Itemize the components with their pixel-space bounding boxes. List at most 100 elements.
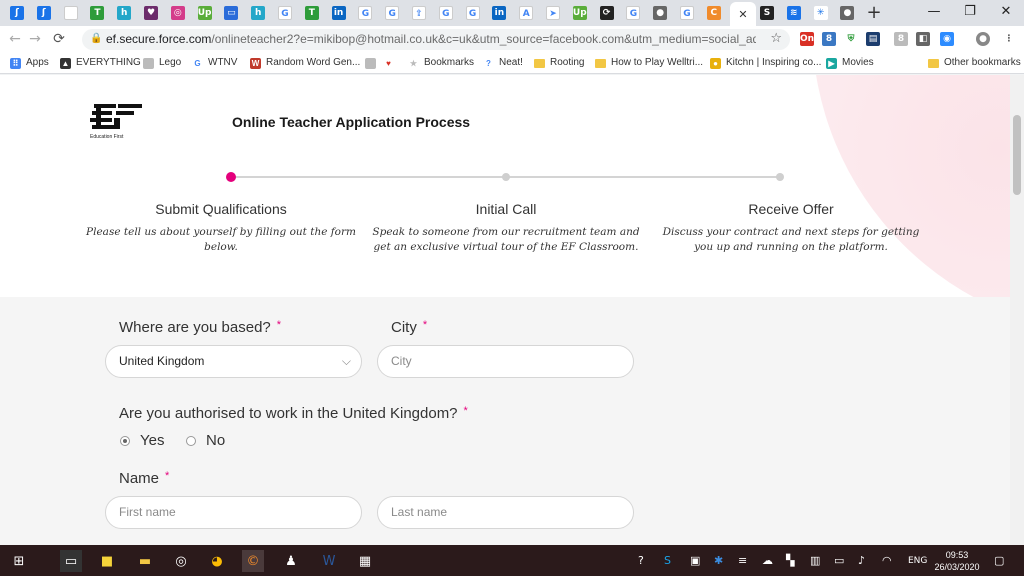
browser-tab[interactable]: S: [756, 3, 778, 23]
extension-puzzle-icon[interactable]: ◧: [916, 32, 930, 46]
menu-dots-icon[interactable]: ⋮: [1002, 32, 1016, 46]
browser-tab[interactable]: in: [488, 3, 510, 23]
volume-icon[interactable]: ♪: [858, 554, 865, 567]
browser-tab[interactable]: h: [247, 3, 269, 23]
bookmark-star-icon[interactable]: ☆: [770, 31, 782, 46]
obs-icon[interactable]: ◎: [170, 550, 192, 572]
browser-tab[interactable]: G: [354, 3, 376, 23]
extension-8-icon[interactable]: 8: [822, 32, 836, 46]
url-text[interactable]: ef.secure.force.com/onlineteacher2?e=mik…: [106, 32, 756, 46]
bookmark-item[interactable]: How to Play Welltri...: [595, 55, 703, 71]
bookmark-item[interactable]: ★ Bookmarks: [408, 55, 474, 71]
bookmark-item[interactable]: ⠿ Apps: [10, 55, 49, 71]
windows-start-icon[interactable]: ⊞: [8, 550, 30, 572]
back-arrow-icon[interactable]: ←: [6, 30, 24, 48]
bookmark-item[interactable]: G WTNV: [192, 55, 237, 71]
browser-tab[interactable]: ▭: [220, 3, 242, 23]
forward-arrow-icon[interactable]: →: [26, 30, 44, 48]
browser-tab[interactable]: G: [676, 3, 698, 23]
word-icon[interactable]: W: [318, 550, 340, 572]
browser-tab[interactable]: Up: [194, 3, 216, 23]
sticky-notes-icon[interactable]: ■: [96, 550, 118, 572]
terminal-icon[interactable]: ▭: [60, 550, 82, 572]
browser-tab[interactable]: G: [435, 3, 457, 23]
radio-no[interactable]: No: [186, 432, 225, 449]
dropbox-icon[interactable]: ✱: [714, 554, 723, 567]
last-name-input[interactable]: Last name: [377, 496, 634, 529]
city-input[interactable]: City: [377, 345, 634, 378]
browser-tab[interactable]: T: [86, 3, 108, 23]
bookmark-item[interactable]: Rooting: [534, 55, 584, 71]
extension-shield-icon[interactable]: ⛨: [844, 32, 858, 46]
file-explorer-icon[interactable]: ▬: [134, 550, 156, 572]
chrome-icon[interactable]: ◕: [206, 550, 228, 572]
radio-selected-icon[interactable]: [120, 435, 130, 446]
browser-tab[interactable]: ●: [836, 3, 858, 23]
browser-tab[interactable]: ʃ: [6, 3, 28, 23]
browser-tab[interactable]: ●: [649, 3, 671, 23]
browser-tab[interactable]: ʃ: [33, 3, 55, 23]
first-name-input[interactable]: First name: [105, 496, 362, 529]
help-icon[interactable]: ?: [638, 554, 644, 567]
notifications-icon[interactable]: ▢: [994, 554, 1004, 567]
browser-tab[interactable]: G: [622, 3, 644, 23]
battery-icon[interactable]: ▭: [834, 554, 844, 567]
browser-tab[interactable]: ⇪: [408, 3, 430, 23]
bookmark-item[interactable]: Lego: [143, 55, 181, 71]
reload-icon[interactable]: ⟳: [50, 30, 68, 48]
browser-tab[interactable]: ➤: [542, 3, 564, 23]
browser-tab[interactable]: ≋: [783, 3, 805, 23]
orange-c-app-icon[interactable]: ©: [242, 550, 264, 572]
browser-tab[interactable]: h: [113, 3, 135, 23]
browser-tab[interactable]: ✳: [810, 3, 832, 23]
penguin-icon[interactable]: ♟: [280, 550, 302, 572]
bookmark-item[interactable]: ▶ Movies: [826, 55, 874, 71]
browser-tab[interactable]: [60, 3, 82, 23]
new-tab-button[interactable]: +: [864, 3, 884, 23]
extension-book-icon[interactable]: ▤: [866, 32, 880, 46]
bookmark-item[interactable]: ● Kitchn | Inspiring co...: [710, 55, 821, 71]
browser-tab[interactable]: ⟳: [596, 3, 618, 23]
browser-tab[interactable]: in: [328, 3, 350, 23]
bookmark-item[interactable]: ▲ EVERYTHING: [60, 55, 141, 71]
browser-tab[interactable]: C: [703, 3, 725, 23]
extension-8b-icon[interactable]: 8: [894, 32, 908, 46]
zoom-extension-icon[interactable]: ◉: [940, 32, 954, 46]
restore-button[interactable]: ❐: [952, 0, 988, 24]
radio-yes[interactable]: Yes: [120, 432, 164, 449]
tray-app-icon[interactable]: ▣: [690, 554, 700, 567]
bookmark-item[interactable]: W Random Word Gen...: [250, 55, 360, 71]
profile-avatar-icon[interactable]: ●: [976, 32, 990, 46]
bookmark-item[interactable]: Other bookmarks: [928, 55, 1021, 71]
onedrive-icon[interactable]: ☁: [762, 554, 773, 567]
browser-tab[interactable]: G: [381, 3, 403, 23]
system-clock[interactable]: 09:53 26/03/2020: [934, 549, 980, 573]
browser-tab[interactable]: A: [515, 3, 537, 23]
browser-tab[interactable]: ◎: [167, 3, 189, 23]
language-indicator[interactable]: ENG: [908, 556, 927, 566]
browser-tab[interactable]: Up: [569, 3, 591, 23]
address-bar[interactable]: 🔒 ef.secure.force.com/onlineteacher2?e=m…: [82, 29, 790, 50]
extension-on-icon[interactable]: On: [800, 32, 814, 46]
radio-unselected-icon[interactable]: [186, 435, 196, 446]
browser-tab[interactable]: ♥: [140, 3, 162, 23]
bookmark-item[interactable]: ♥: [383, 55, 394, 71]
tray-chart-icon[interactable]: ▥: [810, 554, 820, 567]
page-scrollbar[interactable]: [1010, 75, 1024, 545]
browser-tab[interactable]: G: [274, 3, 296, 23]
wifi-icon[interactable]: ◠: [882, 554, 892, 567]
scrollbar-thumb[interactable]: [1013, 115, 1021, 195]
tray-flag-icon[interactable]: ▚: [786, 554, 794, 567]
browser-tab[interactable]: G: [462, 3, 484, 23]
skype-icon[interactable]: S: [664, 554, 671, 567]
calculator-icon[interactable]: ▦: [354, 550, 376, 572]
country-select[interactable]: United Kingdom ⌵: [105, 345, 362, 378]
tray-network-icon[interactable]: ≡: [738, 554, 747, 567]
active-tab[interactable]: ✕: [730, 2, 756, 26]
bookmark-item[interactable]: ? Neat!: [483, 55, 523, 71]
minimize-button[interactable]: —: [916, 0, 952, 24]
bookmark-item[interactable]: [365, 55, 376, 71]
close-window-button[interactable]: ✕: [988, 0, 1024, 24]
close-tab-icon[interactable]: ✕: [738, 8, 747, 21]
browser-tab[interactable]: T: [301, 3, 323, 23]
